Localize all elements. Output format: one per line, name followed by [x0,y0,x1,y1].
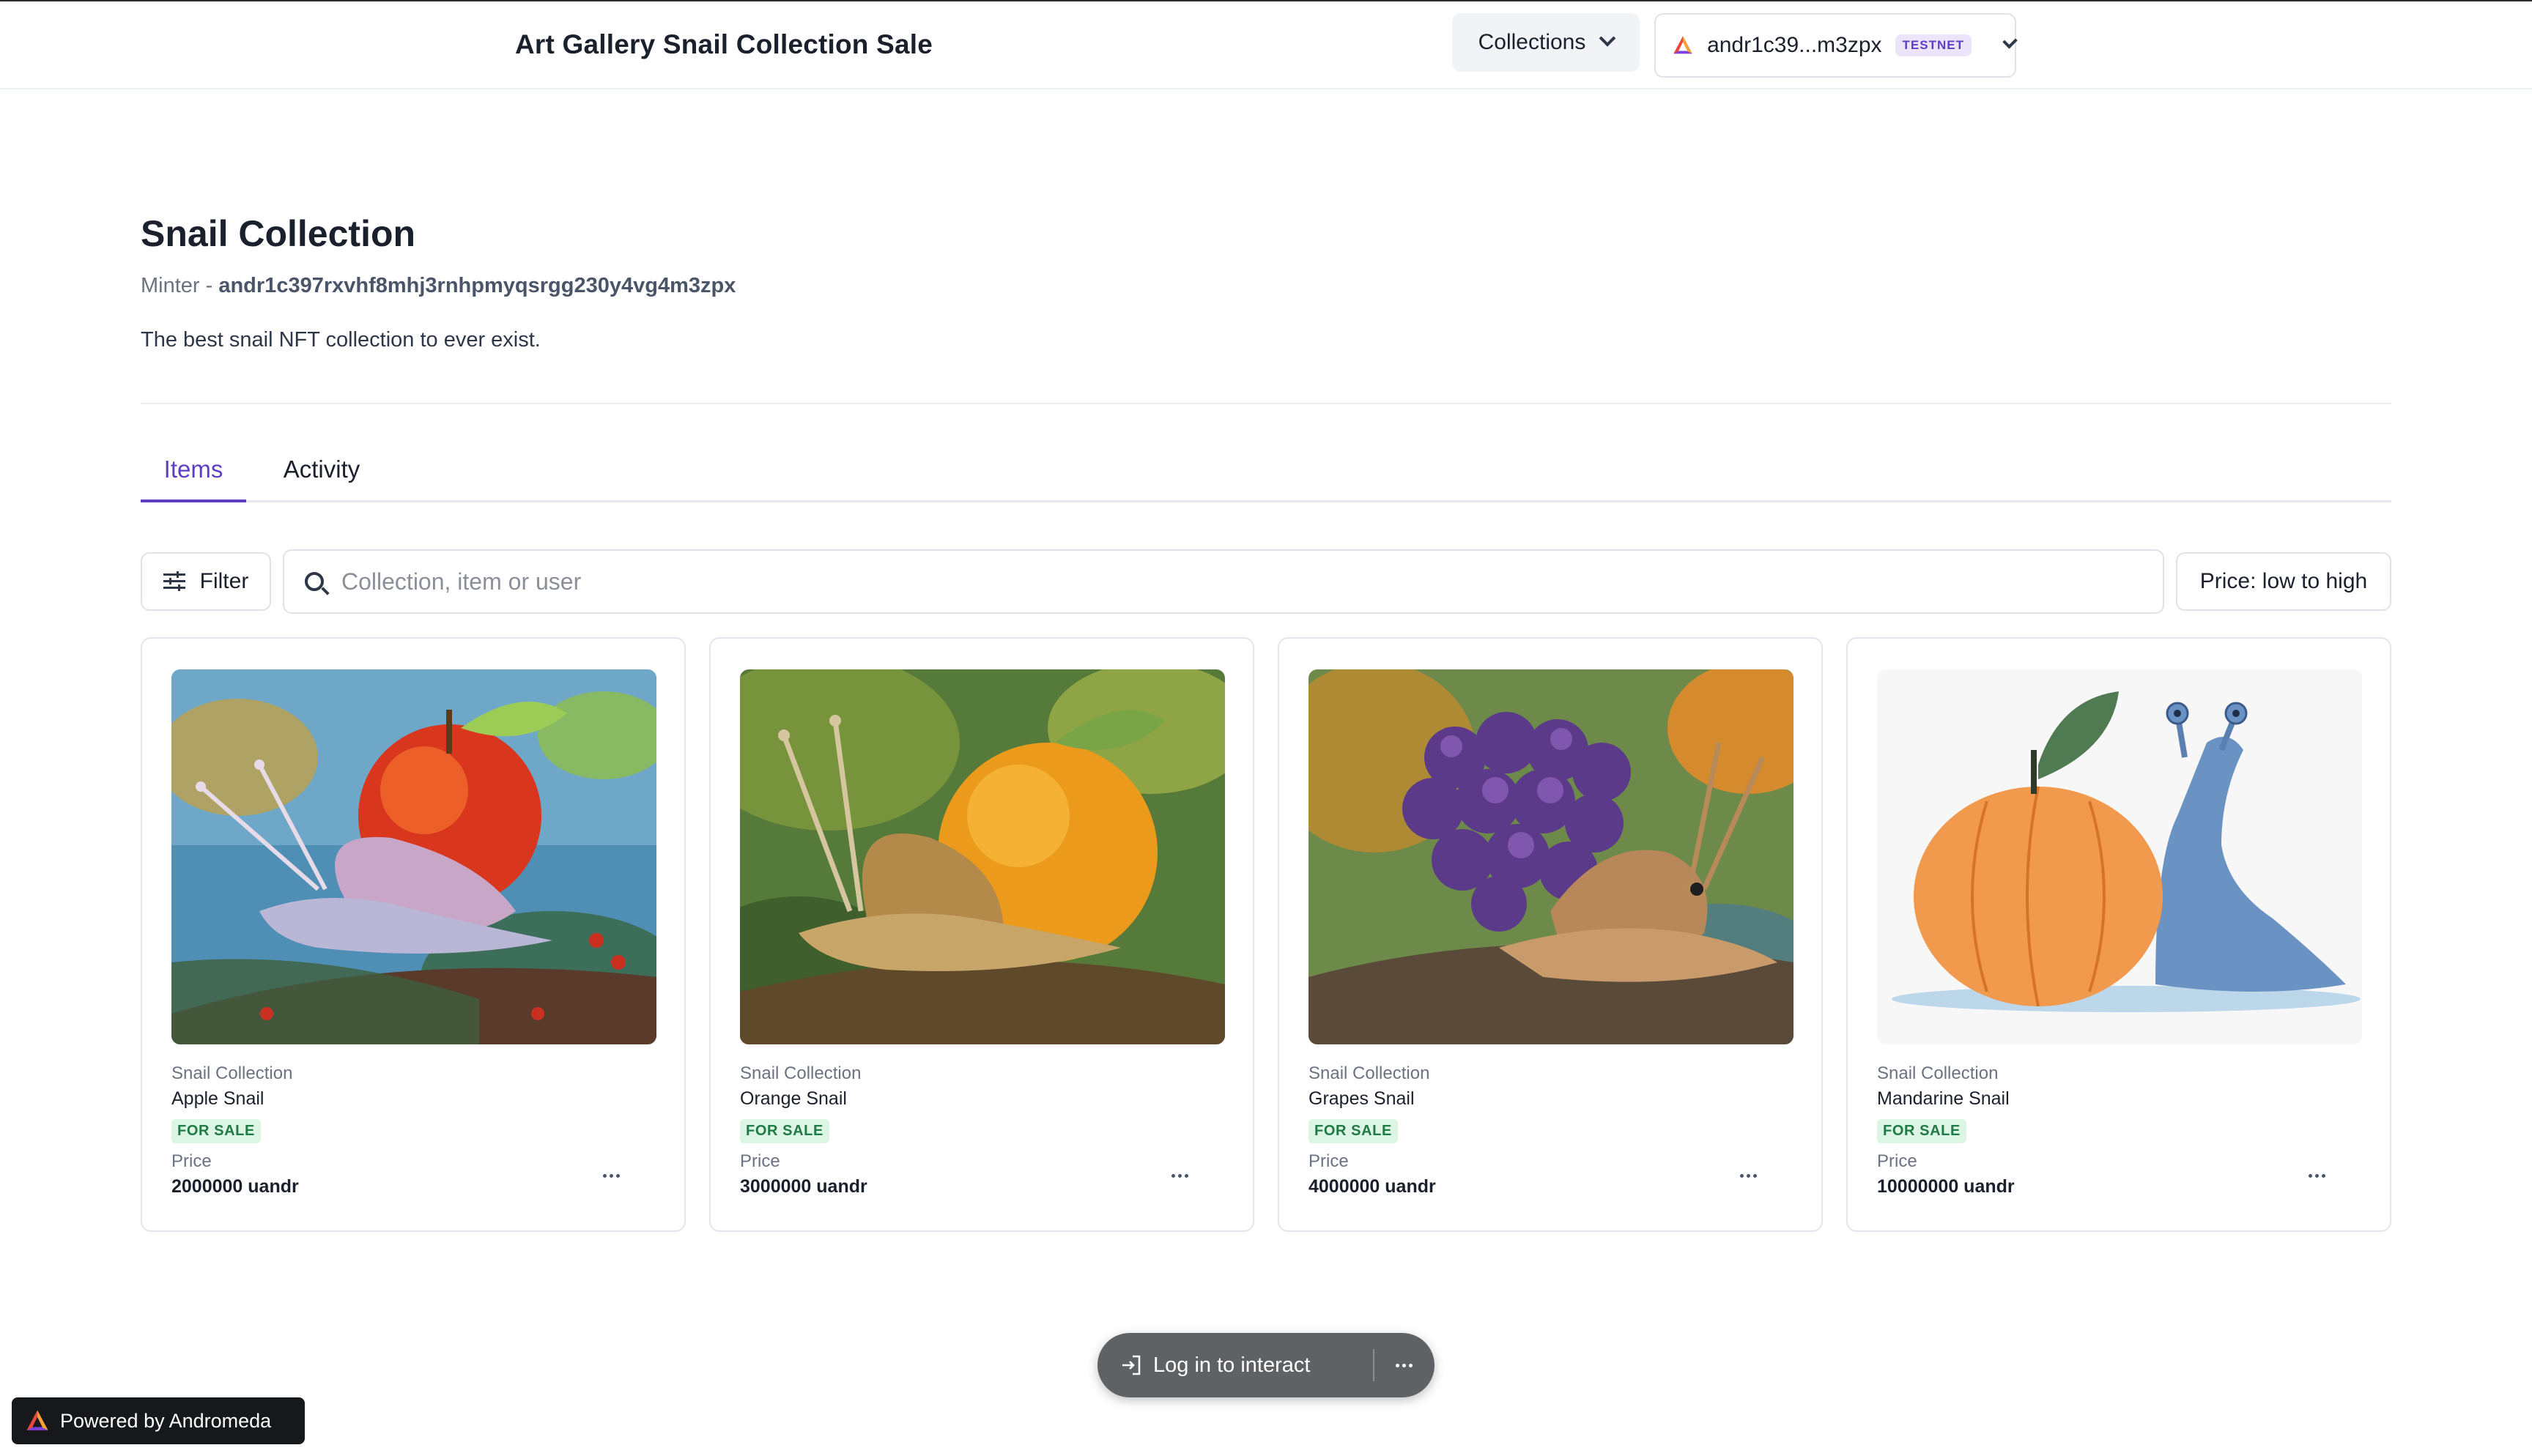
price-label: Price [1877,1151,1917,1171]
for-sale-badge: FOR SALE [171,1119,261,1143]
powered-by-badge[interactable]: Powered by Andromeda [12,1397,305,1444]
search-icon [305,572,324,591]
item-name: Grapes Snail [1308,1088,1415,1109]
nft-image-orange-snail[interactable] [740,669,1225,1044]
price-label: Price [740,1151,780,1171]
for-sale-badge: FOR SALE [1308,1119,1398,1143]
for-sale-badge: FOR SALE [1877,1119,1966,1143]
nft-card-grapes-snail[interactable]: Snail Collection Grapes Snail FOR SALE P… [1278,637,1823,1232]
tab-activity[interactable]: Activity [269,456,374,502]
collections-label: Collections [1478,30,1586,54]
powered-by-label: Powered by Andromeda [60,1409,272,1432]
item-price: 3000000 uandr [740,1176,867,1197]
more-options-icon[interactable] [596,1165,626,1186]
collection-description: The best snail NFT collection to ever ex… [141,328,541,352]
more-options-icon[interactable] [1374,1333,1433,1397]
chevron-down-icon [1599,30,1616,47]
item-collection-name: Snail Collection [740,1063,862,1083]
tab-items[interactable]: Items [141,456,246,502]
item-price: 2000000 uandr [171,1176,299,1197]
more-options-icon[interactable] [1733,1165,1763,1186]
for-sale-badge: FOR SALE [740,1119,829,1143]
item-price: 10000000 uandr [1877,1176,2015,1197]
search-box[interactable] [283,549,2164,614]
price-label: Price [171,1151,212,1171]
nft-card-apple-snail[interactable]: Snail Collection Apple Snail FOR SALE Pr… [141,637,686,1232]
item-name: Apple Snail [171,1088,264,1109]
item-collection-name: Snail Collection [171,1063,293,1083]
login-icon [1122,1355,1141,1375]
item-collection-name: Snail Collection [1877,1063,1999,1083]
sliders-icon [163,571,185,591]
filter-button[interactable]: Filter [141,552,271,611]
wallet-dropdown[interactable]: andr1c39...m3zpx TESTNET [1654,13,2018,78]
network-badge: TESTNET [1895,34,1972,56]
item-name: Mandarine Snail [1877,1088,2010,1109]
more-options-icon[interactable] [2302,1165,2331,1186]
search-input[interactable] [341,568,2100,595]
collection-title: Snail Collection [141,213,416,254]
nft-card-orange-snail[interactable]: Snail Collection Orange Snail FOR SALE P… [709,637,1254,1232]
filter-label: Filter [199,569,249,593]
nft-image-apple-snail[interactable] [171,669,656,1044]
login-button[interactable]: Log in to interact [1097,1333,1373,1397]
minter-label: Minter - [141,274,219,297]
item-collection-name: Snail Collection [1308,1063,1430,1083]
item-name: Orange Snail [740,1088,847,1109]
nft-image-grapes-snail[interactable] [1308,669,1793,1044]
minter-address[interactable]: andr1c397rxvhf8mhj3rnhpmyqsrgg230y4vg4m3… [218,274,736,297]
collection-tabs: Items Activity [141,445,2391,502]
top-header: Art Gallery Snail Collection Sale Collec… [0,1,2532,89]
nft-image-mandarine-snail[interactable] [1877,669,2362,1044]
item-price: 4000000 uandr [1308,1176,1436,1197]
app-title: Art Gallery Snail Collection Sale [515,29,933,59]
chevron-down-icon [2002,34,2018,49]
collections-dropdown[interactable]: Collections [1452,13,1640,72]
more-options-icon[interactable] [1165,1165,1194,1186]
price-label: Price [1308,1151,1349,1171]
wallet-address: andr1c39...m3zpx [1707,33,1882,57]
andromeda-logo-icon [1673,36,1692,54]
nft-card-mandarine-snail[interactable]: Snail Collection Mandarine Snail FOR SAL… [1846,637,2391,1232]
minter-line: Minter - andr1c397rxvhf8mhj3rnhpmyqsrgg2… [141,274,736,298]
andromeda-logo-icon [26,1410,48,1430]
login-bar: Log in to interact [1097,1333,1435,1397]
sort-dropdown[interactable]: Price: low to high [2176,552,2391,611]
section-divider [141,403,2391,404]
login-label: Log in to interact [1153,1353,1311,1377]
